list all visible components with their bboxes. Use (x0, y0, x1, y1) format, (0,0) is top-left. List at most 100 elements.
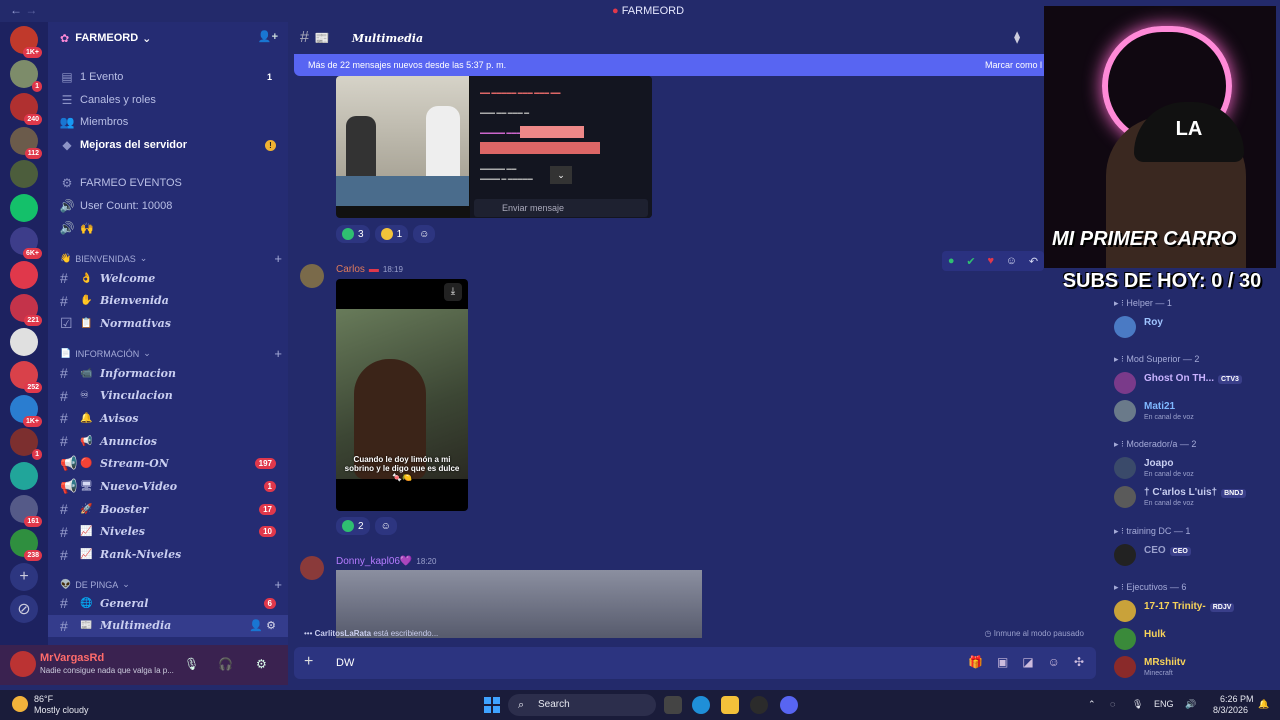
image-attachment[interactable] (336, 570, 702, 638)
server-icon[interactable]: 1K+ (10, 26, 42, 58)
member-item[interactable]: Joapo En canal de voz (1100, 453, 1280, 481)
speaker-icon[interactable]: 🔊 (1185, 699, 1196, 710)
avatar[interactable] (1114, 600, 1136, 622)
channel-avisos[interactable]: # 🔔 Avisos (48, 407, 288, 429)
explore-icon[interactable]: ⊘ (10, 595, 38, 623)
sticker-icon[interactable]: ◪ (1022, 655, 1033, 669)
avatar[interactable] (1114, 457, 1136, 479)
add-channel-icon[interactable]: + (274, 346, 282, 361)
member-item[interactable]: 17-17 Trinity- RDJV (1100, 596, 1280, 624)
new-messages-banner[interactable]: Más de 22 mensajes nuevos desde las 5:37… (294, 54, 1054, 76)
headphones-icon[interactable]: 🎧 (218, 657, 233, 671)
clock-date[interactable]: 8/3/2026 (1213, 705, 1248, 715)
avatar[interactable] (300, 264, 324, 288)
server-icon[interactable]: 1K+ (10, 394, 42, 427)
sidebar-item[interactable]: ◆ Mejoras del servidor! (48, 135, 288, 155)
channel-bienvenida[interactable]: # ✋ Bienvenida (48, 290, 288, 312)
microphone-icon[interactable]: 🎙 (184, 657, 199, 671)
weather-temp[interactable]: 86°F (34, 694, 53, 704)
server-icon[interactable]: 252 (10, 361, 42, 393)
invite-people-icon[interactable]: 👤+ (258, 30, 278, 43)
gif-icon[interactable]: ▣ (997, 655, 1008, 669)
server-icon[interactable]: 112 (10, 126, 42, 159)
gear-icon[interactable]: ⚙ (256, 657, 267, 671)
file-explorer-icon[interactable] (721, 696, 739, 714)
category-bienvenidas[interactable]: 👋 BIENVENIDAS ⌄ + (60, 251, 282, 266)
apps-icon[interactable]: ✣ (1074, 655, 1084, 669)
server-icon[interactable]: 1 (10, 59, 42, 92)
language-indicator[interactable]: ENG (1154, 699, 1174, 709)
member-item[interactable]: Mati21 En canal de voz (1100, 396, 1280, 424)
edge-icon[interactable] (692, 696, 710, 714)
reaction-check[interactable]: 2 (336, 517, 370, 535)
server-icon[interactable]: 240 (10, 93, 42, 125)
channel-settings-icon[interactable]: 👤 ⚙ (249, 619, 276, 632)
app-icon[interactable] (750, 696, 768, 714)
avatar[interactable] (1114, 372, 1136, 394)
category-de-pinga[interactable]: 👽 DE PINGA ⌄ + (60, 577, 282, 592)
scroll-down-icon[interactable]: ⌄ (550, 166, 572, 184)
add-channel-icon[interactable]: + (274, 577, 282, 592)
channel-informacion[interactable]: # 📹 Informacion (48, 362, 288, 384)
channel-booster[interactable]: # 🚀 Booster 17 (48, 498, 288, 520)
emoji-icon[interactable]: ☺ (1048, 655, 1060, 669)
username[interactable]: MrVargasRd (40, 652, 104, 664)
channel-multimedia[interactable]: # 📰 Multimedia 👤 ⚙ (48, 614, 288, 637)
channel-anuncios[interactable]: # 📢 Anuncios (48, 430, 288, 452)
server-icon[interactable]: 161 (10, 495, 42, 527)
server-icon[interactable] (10, 260, 38, 289)
avatar[interactable] (300, 556, 324, 580)
checkmark-icon[interactable]: ✔ (966, 255, 975, 268)
add-reaction-button[interactable]: ☺ (374, 517, 397, 535)
video-attachment[interactable]: ⤓ Cuando le doy limón a mi sobrino y le … (336, 279, 468, 511)
mark-read-button[interactable]: Marcar como l (985, 60, 1042, 70)
discord-icon[interactable] (780, 696, 798, 714)
reaction-check-icon[interactable]: ● (948, 255, 955, 267)
notification-icon[interactable]: 🔔 (1258, 699, 1269, 710)
sidebar-item[interactable]: ▤ 1 Evento 1 (48, 67, 288, 87)
wifi-icon[interactable]: ◌ (1110, 699, 1115, 709)
message-input[interactable]: DW (336, 657, 354, 669)
heart-icon[interactable]: ♥ (987, 255, 994, 267)
sidebar-item[interactable]: ⚙ FARMEO EVENTOS (48, 173, 288, 193)
reaction-check[interactable]: 3 (336, 225, 370, 243)
channel-general[interactable]: # 🌐 General 6 (48, 592, 288, 614)
gift-icon[interactable]: 🎁 (968, 655, 983, 669)
server-icon[interactable]: 221 (10, 294, 42, 326)
message-author[interactable]: Donny_kapl06💜 18:20 (336, 556, 436, 567)
category-informacion[interactable]: 📄 INFORMACIÓN ⌄ + (60, 346, 282, 361)
reply-icon[interactable]: ↶ (1029, 255, 1038, 268)
server-icon[interactable] (10, 327, 38, 356)
download-icon[interactable]: ⤓ (444, 283, 462, 301)
channel-nuevo-video[interactable]: 📢 🖥 Nuevo-Video 1 (48, 476, 288, 498)
add-reaction-icon[interactable]: ☺ (1006, 255, 1017, 267)
avatar[interactable] (1114, 486, 1136, 508)
channel-vinculacion[interactable]: # ♾ Vinculacion (48, 385, 288, 407)
channel-rank-niveles[interactable]: # 📈 Rank-Niveles (48, 544, 288, 566)
weather-desc[interactable]: Mostly cloudy (34, 705, 89, 715)
channel-stream-on[interactable]: 📢 🔴 Stream-ON 197 (48, 453, 288, 475)
server-icon[interactable] (10, 193, 38, 222)
server-icon[interactable]: 1 (10, 428, 42, 460)
message-composer[interactable]: + DW 🎁 ▣ ◪ ☺ ✣ (294, 647, 1096, 679)
start-icon[interactable] (484, 697, 500, 713)
member-item[interactable]: Ghost On TH... CTV3 (1100, 368, 1280, 396)
sidebar-item[interactable]: 🔊 🙌 (48, 218, 288, 238)
sidebar-item[interactable]: 👥 Miembros (48, 112, 288, 132)
member-item[interactable]: Hulk (1100, 624, 1280, 652)
image-attachment[interactable]: ▬▬ ▬▬▬▬▬ ▬▬▬ ▬▬▬ ▬▬ ▬▬▬ ▬▬ ▬▬▬ ▬ ▬▬▬▬▬ ▬… (336, 76, 652, 218)
member-item[interactable]: MRshiitv Minecraft (1100, 652, 1280, 680)
avatar[interactable] (1114, 316, 1136, 338)
reaction-laugh[interactable]: 1 (374, 225, 409, 243)
message-author[interactable]: Carlos ▬ 18:19 (336, 264, 403, 275)
avatar[interactable] (1114, 544, 1136, 566)
avatar[interactable] (1114, 628, 1136, 650)
sidebar-item[interactable]: ☰ Canales y roles (48, 90, 288, 110)
taskbar-search[interactable]: ⌕ Search (508, 694, 656, 716)
avatar[interactable] (1114, 656, 1136, 678)
task-view-icon[interactable] (664, 696, 682, 714)
clock-time[interactable]: 6:26 PM (1220, 694, 1254, 704)
threads-icon[interactable]: ⧫ (1014, 30, 1020, 44)
add-channel-icon[interactable]: + (274, 251, 282, 266)
sidebar-item[interactable]: 🔊 User Count: 10008 (48, 196, 288, 216)
